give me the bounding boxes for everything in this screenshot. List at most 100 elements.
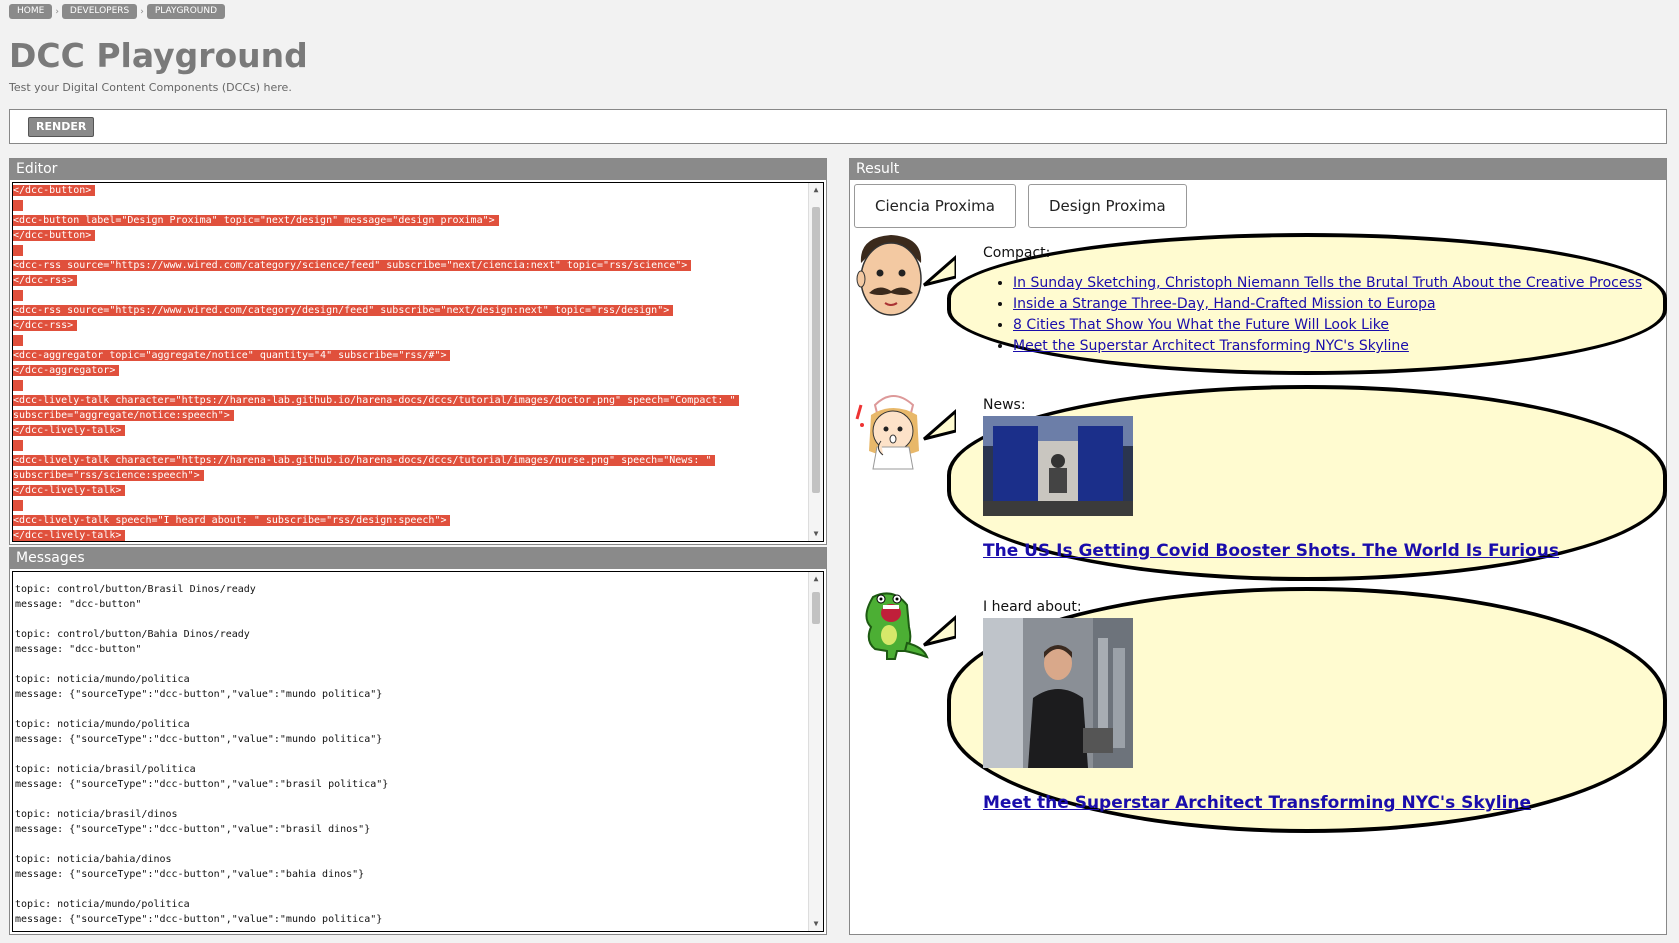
code-line [13, 288, 823, 303]
architect-portrait-photo [983, 618, 1133, 768]
code-line: </dcc-lively-talk> [13, 528, 823, 541]
code-line-text [13, 245, 24, 256]
bubble-content: Compact: In Sunday Sketching, Christoph … [983, 245, 1643, 357]
code-line-text: <dcc-lively-talk speech="I heard about: … [13, 515, 451, 526]
scroll-up-arrow-icon[interactable]: ▲ [809, 183, 823, 197]
editor-scrollbar[interactable]: ▲ ▼ [808, 183, 823, 541]
code-line-text [13, 500, 24, 511]
messages-log[interactable]: topic: control/button/Brasil Dinos/ready… [12, 571, 824, 932]
feed-list: In Sunday Sketching, Christoph Niemann T… [983, 273, 1643, 357]
code-line-text: </dcc-rss> [13, 275, 78, 286]
news-headline-link[interactable]: Meet the Superstar Architect Transformin… [983, 793, 1643, 813]
code-line-text: <dcc-rss source="https://www.wired.com/c… [13, 305, 674, 316]
page-subtitle: Test your Digital Content Components (DC… [9, 81, 292, 94]
code-line [13, 378, 823, 393]
lively-talk-doctor: Compact: In Sunday Sketching, Christoph … [850, 233, 1668, 383]
code-line: </dcc-rss> [13, 318, 823, 333]
breadcrumb-playground[interactable]: PLAYGROUND [146, 4, 226, 19]
vaccination-booth-photo [983, 416, 1133, 516]
list-item: In Sunday Sketching, Christoph Niemann T… [1013, 273, 1643, 294]
page-title: DCC Playground [9, 36, 308, 75]
message-topic: topic: control/button/Bahia Dinos/ready [15, 629, 250, 640]
message-topic: topic: noticia/mundo/politica [15, 674, 190, 685]
message-body: message: {"sourceType":"dcc-button","val… [15, 779, 389, 790]
bubble-content: I heard about: Meet the Superstar Archit… [983, 599, 1643, 813]
render-toolbar: RENDER [9, 109, 1667, 144]
code-line-text: </dcc-rss> [13, 320, 78, 331]
code-line [13, 498, 823, 513]
code-line [13, 243, 823, 258]
result-panel: Result Ciencia Proxima Design Proxima Co… [849, 158, 1667, 935]
editor-header: Editor [10, 159, 826, 180]
message-body: message: {"sourceType":"dcc-button","val… [15, 689, 383, 700]
article-link[interactable]: Inside a Strange Three-Day, Hand-Crafted… [1013, 296, 1436, 312]
code-line: <dcc-lively-talk character="https://hare… [13, 453, 823, 468]
code-line-text [13, 200, 24, 211]
bubble-content: News: The US Is Getting Covid Booster Sh… [983, 397, 1643, 561]
speech-bubble-tail-icon [923, 255, 956, 287]
messages-panel: Messages topic: control/button/Brasil Di… [9, 547, 827, 935]
message-entry: topic: control/button/Brasil Dinos/ready… [13, 582, 823, 612]
scroll-up-arrow-icon[interactable]: ▲ [809, 572, 823, 586]
code-line: </dcc-button> [13, 228, 823, 243]
scroll-down-arrow-icon[interactable]: ▼ [809, 917, 823, 931]
lively-talk-dinosaur: I heard about: Meet the Superstar Archit… [850, 587, 1668, 837]
message-topic: topic: noticia/bahia/dinos [15, 854, 172, 865]
result-buttons: Ciencia Proxima Design Proxima [854, 184, 1187, 228]
news-headline-link[interactable]: The US Is Getting Covid Booster Shots. T… [983, 541, 1643, 561]
nurse-icon [855, 395, 919, 470]
lively-talk-nurse: News: The US Is Getting Covid Booster Sh… [850, 385, 1668, 585]
code-line-text: <dcc-rss source="https://www.wired.com/c… [13, 260, 692, 271]
code-line-text: subscribe="aggregate/notice:speech"> [13, 410, 234, 421]
message-entry: topic: noticia/brasil/dinos message: {"so… [13, 807, 823, 837]
code-line-text: </dcc-button> [13, 185, 96, 196]
code-line: </dcc-aggregator> [13, 363, 823, 378]
render-button[interactable]: RENDER [28, 117, 95, 137]
code-line: <dcc-lively-talk speech="I heard about: … [13, 513, 823, 528]
code-line-text: <dcc-lively-talk character="https://hare… [13, 455, 716, 466]
message-topic: topic: noticia/brasil/dinos [15, 809, 178, 820]
code-line: <dcc-aggregator topic="aggregate/notice"… [13, 348, 823, 363]
editor-panel: Editor </dcc-button> <dcc-button label="… [9, 158, 827, 545]
article-link[interactable]: In Sunday Sketching, Christoph Niemann T… [1013, 275, 1642, 291]
speech-bubble: News: The US Is Getting Covid Booster Sh… [947, 385, 1667, 581]
code-line: </dcc-lively-talk> [13, 423, 823, 438]
messages-scrollbar[interactable]: ▲ ▼ [808, 572, 823, 931]
editor-scroll-thumb[interactable] [812, 207, 820, 493]
design-proxima-button[interactable]: Design Proxima [1027, 184, 1187, 228]
code-line-text: subscribe="rss/science:speech"> [13, 470, 204, 481]
code-line: </dcc-rss> [13, 273, 823, 288]
code-line-text: </dcc-aggregator> [13, 365, 120, 376]
speech-bubble: Compact: In Sunday Sketching, Christoph … [947, 233, 1667, 375]
speech-bubble-tail-icon [923, 615, 956, 647]
article-link[interactable]: Meet the Superstar Architect Transformin… [1013, 338, 1409, 354]
message-entry: topic: noticia/mundo/politica message: {"… [13, 717, 823, 747]
code-line-text: </dcc-button> [13, 230, 96, 241]
code-line: </dcc-button> [13, 183, 823, 198]
ciencia-proxima-button[interactable]: Ciencia Proxima [854, 184, 1016, 228]
code-line: subscribe="aggregate/notice:speech"> [13, 408, 823, 423]
speech-bubble: I heard about: Meet the Superstar Archit… [947, 587, 1667, 833]
breadcrumb-home[interactable]: HOME [9, 4, 53, 19]
article-link[interactable]: 8 Cities That Show You What the Future W… [1013, 317, 1389, 333]
code-line [13, 333, 823, 348]
speech-label: News: [983, 397, 1026, 413]
scroll-down-arrow-icon[interactable]: ▼ [809, 527, 823, 541]
list-item: Meet the Superstar Architect Transformin… [1013, 336, 1643, 357]
message-entry: topic: noticia/mundo/politica message: {"… [13, 672, 823, 702]
code-line: <dcc-button label="Design Proxima" topic… [13, 213, 823, 228]
code-line: </dcc-lively-talk> [13, 483, 823, 498]
doctor-icon [856, 235, 922, 316]
result-header: Result [850, 159, 1666, 180]
message-body: message: {"sourceType":"dcc-button","val… [15, 824, 371, 835]
message-body: message: {"sourceType":"dcc-button","val… [15, 914, 383, 925]
code-line: <dcc-rss source="https://www.wired.com/c… [13, 258, 823, 273]
list-item: Inside a Strange Three-Day, Hand-Crafted… [1013, 294, 1643, 315]
code-editor[interactable]: </dcc-button> <dcc-button label="Design … [12, 182, 824, 542]
breadcrumb-developers[interactable]: DEVELOPERS [61, 4, 138, 19]
message-body: message: {"sourceType":"dcc-button","val… [15, 869, 365, 880]
breadcrumb: HOME › DEVELOPERS › PLAYGROUND [9, 4, 226, 19]
code-lines: </dcc-button> <dcc-button label="Design … [13, 183, 823, 541]
message-body: message: "dcc-button" [15, 644, 142, 655]
messages-scroll-thumb[interactable] [812, 592, 820, 624]
